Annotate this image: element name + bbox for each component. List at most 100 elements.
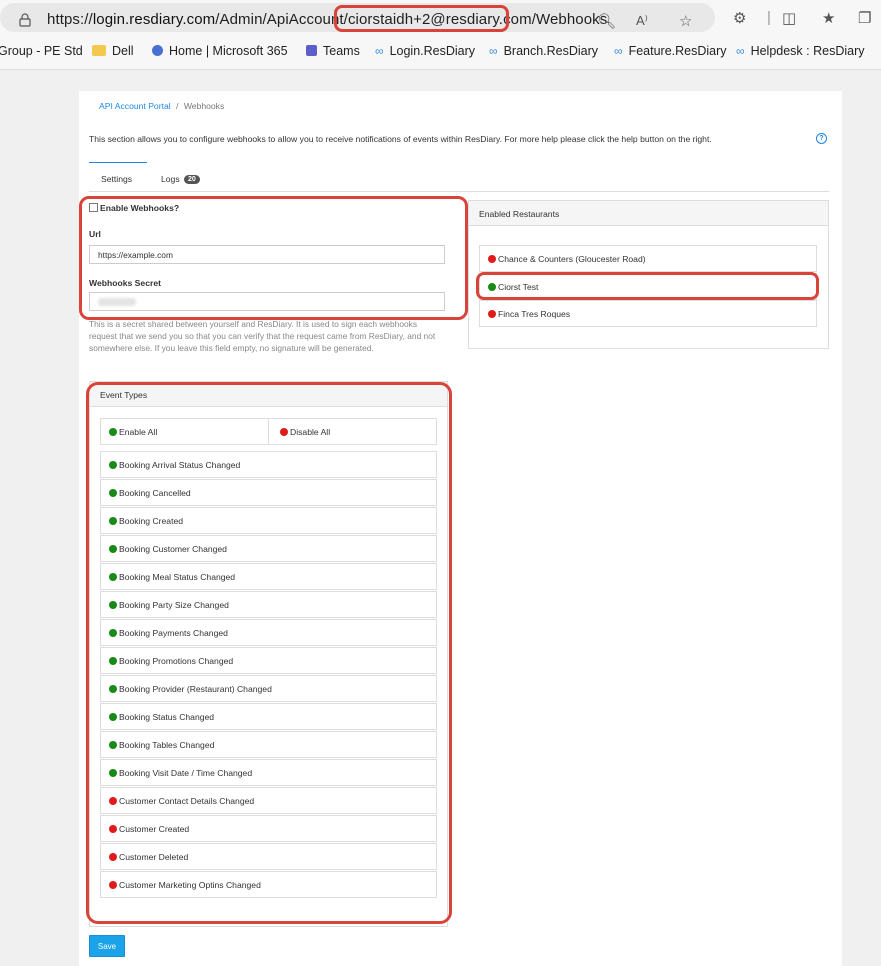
enabled-status-icon	[109, 657, 117, 665]
resdiary-icon: ∞	[489, 44, 498, 58]
collections-icon[interactable]: ❐	[858, 9, 871, 27]
url-text[interactable]: https://login.resdiary.com/Admin/ApiAcco…	[47, 11, 607, 28]
extensions-icon[interactable]: ⚙	[733, 9, 746, 27]
enable-webhooks-checkbox[interactable]	[89, 203, 98, 212]
enabled-status-icon	[109, 517, 117, 525]
enabled-status-icon	[109, 489, 117, 497]
toolbar-divider: |	[767, 9, 771, 26]
folder-icon	[92, 45, 106, 56]
disable-all-button[interactable]: Disable All	[268, 418, 437, 445]
url-input[interactable]: https://example.com	[89, 245, 445, 264]
event-type-label: Customer Created	[119, 824, 190, 834]
event-type-item[interactable]: Customer Contact Details Changed	[100, 787, 437, 814]
disabled-status-icon	[488, 255, 496, 263]
enabled-status-icon	[109, 685, 117, 693]
event-types-header: Event Types	[89, 381, 448, 407]
secret-help-text: This is a secret shared between yourself…	[89, 319, 436, 353]
event-type-label: Booking Cancelled	[119, 488, 191, 498]
bookmark-microsoft-365[interactable]: Home | Microsoft 365	[152, 44, 288, 58]
tab-logs[interactable]: Logs 20	[161, 174, 200, 184]
enabled-restaurants-header: Enabled Restaurants	[468, 200, 829, 226]
event-type-item[interactable]: Booking Provider (Restaurant) Changed	[100, 675, 437, 702]
disabled-status-icon	[280, 428, 288, 436]
event-type-item[interactable]: Booking Cancelled	[100, 479, 437, 506]
bookmark-group-pe-std[interactable]: Group - PE Std	[0, 44, 83, 58]
bookmark-feature-resdiary[interactable]: ∞ Feature.ResDiary	[614, 44, 727, 58]
bookmark-branch-resdiary[interactable]: ∞ Branch.ResDiary	[489, 44, 598, 58]
help-icon[interactable]: ?	[816, 133, 827, 144]
enabled-status-icon	[109, 741, 117, 749]
event-type-label: Booking Arrival Status Changed	[119, 460, 241, 470]
restaurant-ciorst-test[interactable]: Ciorst Test	[479, 273, 817, 300]
bookmark-teams[interactable]: Teams	[306, 44, 360, 58]
event-type-label: Booking Created	[119, 516, 184, 526]
enable-all-button[interactable]: Enable All	[100, 418, 269, 445]
event-type-item[interactable]: Customer Created	[100, 815, 437, 842]
enabled-status-icon	[488, 283, 496, 291]
redacted-secret	[98, 298, 136, 306]
restaurant-finca-tres-roques[interactable]: Finca Tres Roques	[479, 300, 817, 327]
enable-webhooks-row[interactable]: Enable Webhooks?	[89, 203, 179, 213]
event-type-item[interactable]: Booking Party Size Changed	[100, 591, 437, 618]
event-type-item[interactable]: Booking Promotions Changed	[100, 647, 437, 674]
event-type-item[interactable]: Customer Marketing Optins Changed	[100, 871, 437, 898]
event-type-label: Booking Party Size Changed	[119, 600, 229, 610]
logs-count-badge: 20	[184, 175, 200, 184]
zoom-icon[interactable]: 🔍︎	[597, 12, 616, 30]
event-type-label: Booking Visit Date / Time Changed	[119, 768, 253, 778]
disabled-status-icon	[109, 825, 117, 833]
event-type-label: Customer Marketing Optins Changed	[119, 880, 261, 890]
page-info-icon[interactable]	[18, 13, 32, 27]
teams-icon	[306, 45, 317, 56]
event-type-label: Booking Provider (Restaurant) Changed	[119, 684, 272, 694]
enabled-status-icon	[109, 713, 117, 721]
webhooks-page: API Account Portal / Webhooks This secti…	[79, 91, 842, 966]
breadcrumb-separator: /	[176, 101, 179, 111]
enabled-status-icon	[109, 629, 117, 637]
settings-tab-indicator	[89, 162, 147, 163]
webhooks-secret-label: Webhooks Secret	[89, 278, 161, 288]
enabled-status-icon	[109, 573, 117, 581]
event-type-item[interactable]: Booking Status Changed	[100, 703, 437, 730]
bookmark-helpdesk-resdiary[interactable]: ∞ Helpdesk : ResDiary	[736, 44, 865, 58]
event-type-item[interactable]: Booking Arrival Status Changed	[100, 451, 437, 478]
breadcrumb-api-account-portal[interactable]: API Account Portal	[99, 101, 171, 111]
tab-settings[interactable]: Settings	[101, 174, 132, 184]
event-type-item[interactable]: Booking Meal Status Changed	[100, 563, 437, 590]
breadcrumb-current: Webhooks	[183, 101, 225, 111]
resdiary-icon: ∞	[614, 44, 623, 58]
event-type-item[interactable]: Booking Customer Changed	[100, 535, 437, 562]
event-type-item[interactable]: Booking Visit Date / Time Changed	[100, 759, 437, 786]
resdiary-icon: ∞	[736, 44, 745, 58]
event-type-label: Booking Tables Changed	[119, 740, 215, 750]
restaurant-chance-and-counters[interactable]: Chance & Counters (Gloucester Road)	[479, 245, 817, 272]
event-type-item[interactable]: Booking Created	[100, 507, 437, 534]
enabled-status-icon	[109, 428, 117, 436]
webhooks-secret-input[interactable]	[89, 292, 445, 311]
event-type-label: Booking Meal Status Changed	[119, 572, 236, 582]
bookmark-dell[interactable]: Dell	[92, 44, 134, 58]
save-button[interactable]: Save	[89, 935, 125, 957]
event-type-label: Booking Customer Changed	[119, 544, 227, 554]
event-type-item[interactable]: Booking Tables Changed	[100, 731, 437, 758]
enable-webhooks-label: Enable Webhooks?	[100, 203, 180, 213]
url-label: Url	[89, 229, 101, 239]
disabled-status-icon	[109, 797, 117, 805]
favorites-icon[interactable]: ★	[822, 9, 835, 27]
intro-text: This section allows you to configure web…	[89, 134, 712, 144]
event-type-label: Customer Contact Details Changed	[119, 796, 255, 806]
enabled-status-icon	[109, 461, 117, 469]
read-aloud-icon[interactable]: A⁾	[636, 13, 648, 29]
enabled-status-icon	[109, 769, 117, 777]
breadcrumb: API Account Portal / Webhooks	[99, 101, 224, 111]
bookmark-login-resdiary[interactable]: ∞ Login.ResDiary	[375, 44, 475, 58]
url-field[interactable]: https://login.resdiary.com/Admin/ApiAcco…	[0, 3, 715, 32]
resdiary-icon: ∞	[375, 44, 384, 58]
favorite-star-icon[interactable]: ☆	[679, 12, 692, 30]
enabled-status-icon	[109, 545, 117, 553]
split-screen-icon[interactable]: ◫	[782, 9, 796, 27]
event-type-label: Customer Deleted	[119, 852, 189, 862]
event-type-item[interactable]: Customer Deleted	[100, 843, 437, 870]
event-type-label: Booking Payments Changed	[119, 628, 228, 638]
event-type-item[interactable]: Booking Payments Changed	[100, 619, 437, 646]
